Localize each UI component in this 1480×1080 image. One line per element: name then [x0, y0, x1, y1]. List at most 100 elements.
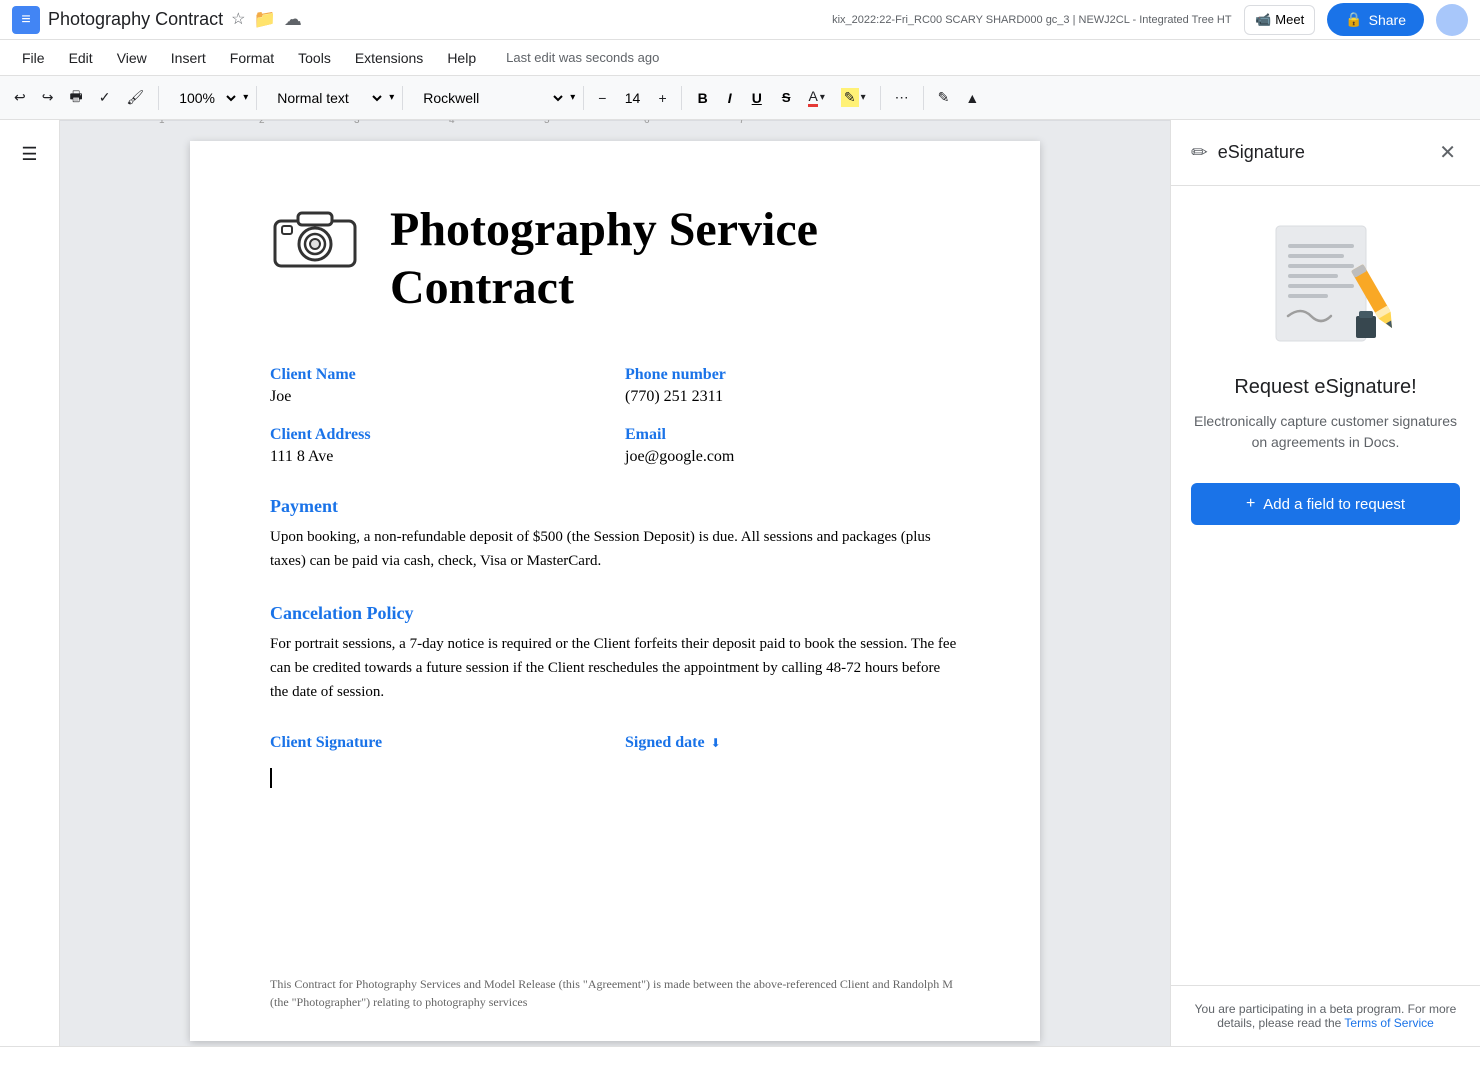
cloud-icon[interactable]: ☁: [284, 9, 302, 30]
strikethrough-button[interactable]: S: [774, 86, 799, 109]
client-name-field: Client Name Joe: [270, 366, 605, 406]
style-select[interactable]: Normal text Heading 1 Heading 2: [265, 85, 385, 111]
title-right: kix_2022:22-Fri_RC00 SCARY SHARD000 gc_3…: [832, 3, 1468, 36]
share-label: Share: [1369, 12, 1406, 28]
google-docs-logo: ≡: [12, 6, 40, 34]
signed-date-icon[interactable]: ⬇: [711, 736, 721, 751]
zoom-control[interactable]: 100% 75% 150% ▾: [167, 85, 248, 111]
separator-3: [402, 86, 403, 110]
share-button[interactable]: 🔒 Share: [1327, 3, 1424, 36]
email-value: joe@google.com: [625, 448, 960, 466]
signature-input-area[interactable]: [270, 760, 605, 788]
redo-button[interactable]: ↪: [36, 85, 60, 110]
underline-button[interactable]: U: [744, 86, 770, 110]
client-signature-field: Client Signature: [270, 734, 605, 788]
phone-value: (770) 251 2311: [625, 388, 960, 406]
menu-view[interactable]: View: [107, 46, 157, 70]
document-main-title: Photography ServiceContract: [390, 201, 818, 316]
last-edit-status: Last edit was seconds ago: [506, 50, 659, 65]
style-control[interactable]: Normal text Heading 1 Heading 2 ▾: [265, 85, 394, 111]
font-control[interactable]: Rockwell Arial Times New Roman ▾: [411, 85, 575, 111]
address-value: 111 8 Ave: [270, 448, 605, 466]
menu-insert[interactable]: Insert: [161, 46, 216, 70]
esignature-title: eSignature: [1218, 142, 1305, 163]
bold-button[interactable]: B: [690, 86, 716, 110]
esignature-header: ✏ eSignature ✕: [1171, 120, 1480, 186]
font-dropdown-arrow: ▾: [570, 92, 575, 103]
lock-icon: 🔒: [1345, 11, 1362, 28]
style-dropdown-arrow: ▾: [389, 92, 394, 103]
folder-icon[interactable]: 📁: [253, 9, 275, 30]
outline-toggle[interactable]: ☰: [15, 140, 43, 169]
menu-edit[interactable]: Edit: [59, 46, 103, 70]
text-color-button[interactable]: A ▾: [802, 84, 830, 111]
menu-bar: File Edit View Insert Format Tools Exten…: [0, 40, 1480, 76]
highlight-button[interactable]: ✎ ▾: [835, 84, 872, 111]
font-size-control[interactable]: − +: [592, 86, 672, 110]
page-wrapper: Photography ServiceContract Client Name …: [60, 121, 1170, 1046]
separator-5: [681, 86, 682, 110]
bottom-bar: [0, 1046, 1480, 1080]
menu-help[interactable]: Help: [437, 46, 486, 70]
esignature-request-title: Request eSignature!: [1234, 376, 1416, 399]
ruler: 1 2 3 4 5 6 7: [60, 120, 1170, 121]
avatar[interactable]: [1436, 4, 1468, 36]
left-panel: ☰: [0, 120, 60, 1046]
pen-color-button[interactable]: ✎: [932, 85, 956, 110]
menu-extensions[interactable]: Extensions: [345, 46, 433, 70]
breadcrumb: kix_2022:22-Fri_RC00 SCARY SHARD000 gc_3…: [832, 14, 1232, 26]
email-field: Email joe@google.com: [625, 426, 960, 466]
menu-file[interactable]: File: [12, 46, 55, 70]
esignature-close-button[interactable]: ✕: [1435, 136, 1460, 169]
menu-format[interactable]: Format: [220, 46, 284, 70]
cancelation-body: For portrait sessions, a 7-day notice is…: [270, 632, 960, 704]
add-field-button[interactable]: + Add a field to request: [1191, 483, 1460, 525]
esignature-footer: You are participating in a beta program.…: [1171, 985, 1480, 1046]
italic-button[interactable]: I: [720, 86, 740, 110]
doc-title-area: Photography Contract ☆ 📁 ☁: [48, 9, 824, 30]
title-icons: ☆ 📁 ☁: [231, 9, 302, 30]
meet-button[interactable]: 📹 Meet: [1244, 5, 1315, 35]
document-title: Photography Contract: [48, 9, 223, 30]
address-label: Client Address: [270, 426, 605, 444]
video-icon: 📹: [1255, 12, 1271, 28]
separator-7: [923, 86, 924, 110]
esignature-illustration: [1246, 216, 1406, 356]
separator-2: [256, 86, 257, 110]
more-options-button[interactable]: ⋯: [889, 85, 915, 110]
toolbar: ↩ ↪ 🖶 ✓ 🖌 100% 75% 150% ▾ Normal text He…: [0, 76, 1480, 120]
text-cursor: [270, 768, 272, 788]
collapse-toolbar-button[interactable]: ▲: [959, 86, 985, 110]
add-field-plus-icon: +: [1246, 495, 1255, 513]
client-name-label: Client Name: [270, 366, 605, 384]
print-button[interactable]: 🖶: [63, 82, 88, 114]
font-size-input[interactable]: [614, 88, 650, 108]
main-area: ☰ 1 2 3 4 5 6 7: [0, 120, 1480, 1046]
font-size-decrease[interactable]: −: [592, 86, 612, 110]
esignature-content: Request eSignature! Electronically captu…: [1171, 186, 1480, 985]
paint-format-button[interactable]: 🖌: [120, 85, 150, 110]
esignature-title-row: ✏ eSignature: [1191, 140, 1305, 165]
undo-button[interactable]: ↩: [8, 85, 32, 110]
spell-check-button[interactable]: ✓: [93, 85, 117, 110]
font-size-increase[interactable]: +: [652, 86, 672, 110]
font-select[interactable]: Rockwell Arial Times New Roman: [411, 85, 566, 111]
favorite-icon[interactable]: ☆: [231, 9, 245, 30]
cancelation-title: Cancelation Policy: [270, 603, 960, 624]
menu-tools[interactable]: Tools: [288, 46, 341, 70]
separator-6: [880, 86, 881, 110]
payment-body: Upon booking, a non-refundable deposit o…: [270, 525, 960, 573]
signature-section: Client Signature Signed date ⬇: [270, 734, 960, 788]
payment-title: Payment: [270, 496, 960, 517]
document-page[interactable]: Photography ServiceContract Client Name …: [190, 141, 1040, 1041]
terms-of-service-link[interactable]: Terms of Service: [1344, 1016, 1433, 1030]
meet-label: Meet: [1275, 12, 1304, 27]
signed-date-field: Signed date ⬇: [625, 734, 960, 788]
signed-date-label: Signed date: [625, 734, 705, 752]
document-area[interactable]: 1 2 3 4 5 6 7: [60, 120, 1170, 1046]
phone-label: Phone number: [625, 366, 960, 384]
zoom-select[interactable]: 100% 75% 150%: [167, 85, 239, 111]
esignature-panel: ✏ eSignature ✕: [1170, 120, 1480, 1046]
camera-icon: [270, 201, 360, 271]
esignature-description: Electronically capture customer signatur…: [1191, 411, 1460, 453]
